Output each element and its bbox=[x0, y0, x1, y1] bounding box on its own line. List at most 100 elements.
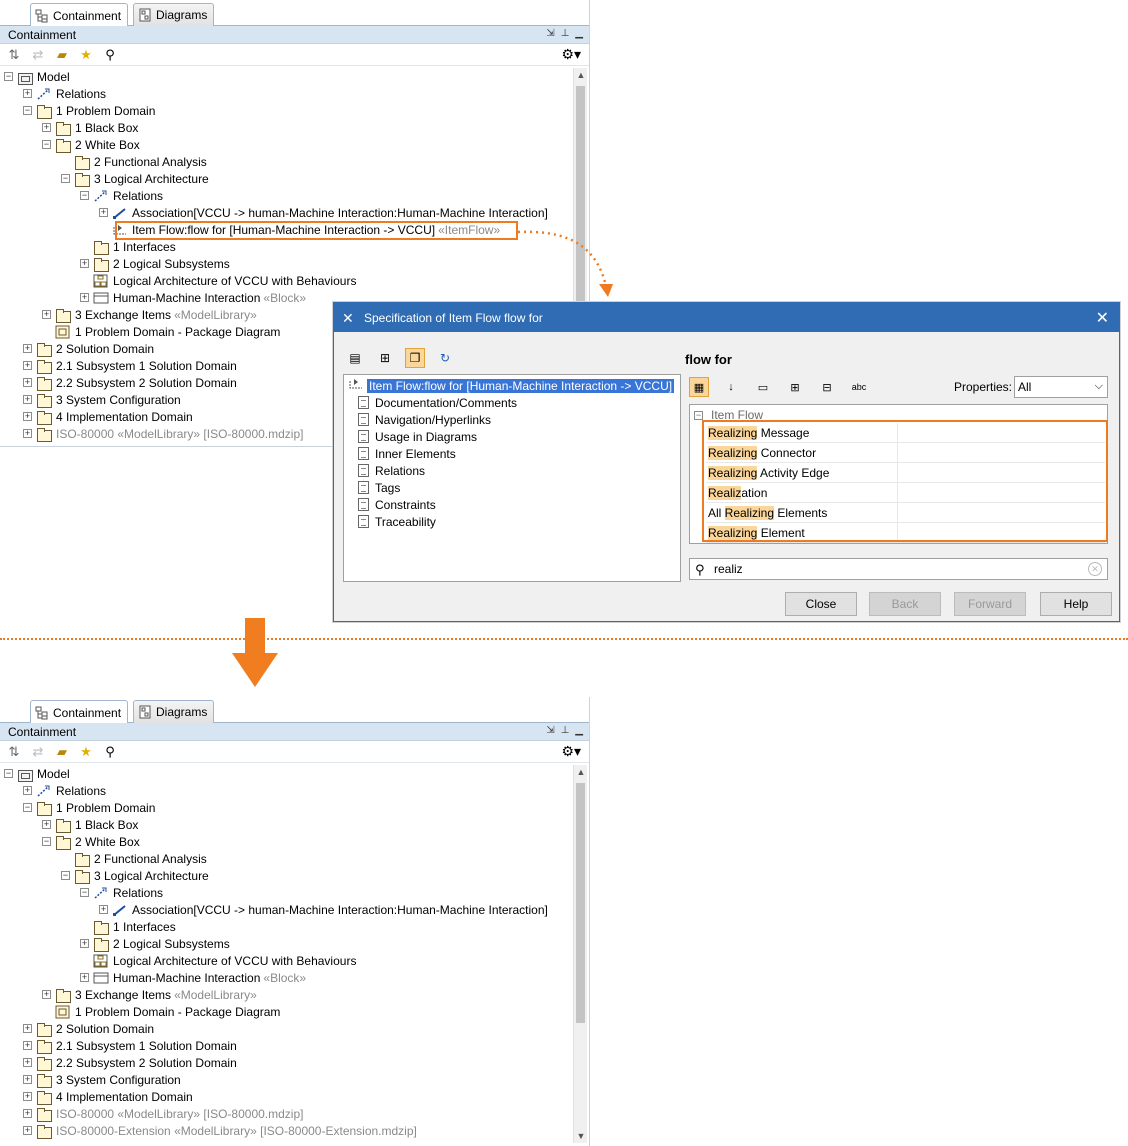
expand-icon[interactable]: + bbox=[80, 973, 89, 982]
collapse-icon[interactable]: − bbox=[80, 888, 89, 897]
expand-icon[interactable]: + bbox=[23, 1109, 32, 1118]
nav-item-constraints[interactable]: Constraints bbox=[358, 496, 436, 513]
tree-item-relations[interactable]: − Relations bbox=[80, 884, 163, 901]
tree-item-human-machine-interaction[interactable]: + Human-Machine Interaction «Block» bbox=[80, 289, 306, 306]
expand-icon[interactable]: + bbox=[23, 1058, 32, 1067]
tree-item-1-problem-domain[interactable]: − 1 Problem Domain bbox=[23, 799, 155, 816]
nav-item-inner-elements[interactable]: Inner Elements bbox=[358, 445, 456, 462]
collapse-icon[interactable]: ▭ bbox=[753, 377, 773, 397]
collapse-icon[interactable]: − bbox=[4, 769, 13, 778]
filter-icon[interactable]: ⇄ bbox=[30, 47, 46, 63]
nav-item-traceability[interactable]: Traceability bbox=[358, 513, 436, 530]
tree-item-3-system-configuration[interactable]: +3 System Configuration bbox=[23, 391, 181, 408]
collapse-icon[interactable]: − bbox=[23, 803, 32, 812]
tab-containment[interactable]: Containment bbox=[30, 3, 129, 27]
tree-item-relations[interactable]: + Relations bbox=[23, 782, 106, 799]
tree-item-1-problem-domain[interactable]: − 1 Problem Domain bbox=[23, 102, 155, 119]
collapse-icon[interactable]: − bbox=[23, 106, 32, 115]
tree-item-association-vccu-human-machine-interacti[interactable]: + Association[VCCU -> human-Machine Inter… bbox=[99, 204, 548, 221]
tree-item-2-functional-analysis[interactable]: 2 Functional Analysis bbox=[61, 153, 207, 170]
collapse-icon[interactable]: − bbox=[61, 871, 70, 880]
tree-item-3-exchange-items[interactable]: +3 Exchange Items «ModelLibrary» bbox=[42, 306, 257, 323]
close-icon[interactable]: ✕ bbox=[1096, 308, 1109, 328]
open-folder-icon[interactable]: ▰ bbox=[54, 744, 70, 760]
tree-item-2-solution-domain[interactable]: +2 Solution Domain bbox=[23, 1020, 154, 1037]
nav-item-item-flow-flow-for-human-machine-interac[interactable]: Item Flow:flow for [Human-Machine Intera… bbox=[348, 377, 675, 394]
minimize-icon[interactable]: ▁ bbox=[575, 725, 583, 736]
tree-item-3-logical-architecture[interactable]: − 3 Logical Architecture bbox=[61, 170, 209, 187]
nav-item-usage-in-diagrams[interactable]: Usage in Diagrams bbox=[358, 428, 477, 445]
nav-item-documentation-comments[interactable]: Documentation/Comments bbox=[358, 394, 517, 411]
tree-item-3-logical-architecture[interactable]: − 3 Logical Architecture bbox=[61, 867, 209, 884]
tree-view-icon[interactable]: ⊞ bbox=[375, 348, 395, 368]
expand-icon[interactable]: + bbox=[42, 310, 51, 319]
back-button[interactable]: Back bbox=[869, 592, 941, 616]
scroll-down-icon[interactable]: ▼ bbox=[574, 1131, 588, 1141]
categorized-icon[interactable]: ▦ bbox=[689, 377, 709, 397]
expand-icon[interactable]: + bbox=[99, 905, 108, 914]
tree-item-iso-80000-modellibrary-iso-80000-mdzip[interactable]: + ISO-80000 «ModelLibrary» [ISO-80000.mdz… bbox=[23, 1105, 303, 1122]
expand-icon[interactable]: + bbox=[99, 208, 108, 217]
scroll-thumb[interactable] bbox=[576, 783, 585, 1023]
nav-item-tags[interactable]: Tags bbox=[358, 479, 400, 496]
scroll-up-icon[interactable]: ▲ bbox=[574, 767, 588, 777]
star-icon[interactable]: ★ bbox=[78, 744, 94, 760]
collapse-icon[interactable]: − bbox=[61, 174, 70, 183]
expand-icon[interactable]: + bbox=[42, 123, 51, 132]
expand-icon[interactable]: + bbox=[80, 259, 89, 268]
expand-all-icon[interactable]: ⊞ bbox=[785, 377, 805, 397]
tree-item-relations[interactable]: − Relations bbox=[80, 187, 163, 204]
tree-item-association-vccu-human-machine-interacti[interactable]: + Association[VCCU -> human-Machine Inter… bbox=[99, 901, 548, 918]
collapse-icon[interactable]: − bbox=[80, 191, 89, 200]
search-icon[interactable]: ⚲ bbox=[102, 744, 118, 760]
expand-icon[interactable]: + bbox=[23, 786, 32, 795]
tree-item-model[interactable]: − Model bbox=[4, 68, 70, 85]
tree-item-logical-architecture-of-vccu-with-behavi[interactable]: Logical Architecture of VCCU with Behavi… bbox=[80, 952, 356, 969]
open-folder-icon[interactable]: ▰ bbox=[54, 47, 70, 63]
tree-item-iso-80000-extension-modellibrary-iso-800[interactable]: + ISO-80000-Extension «ModelLibrary» [ISO… bbox=[23, 1122, 417, 1139]
expand-icon[interactable]: + bbox=[23, 1126, 32, 1135]
expand-icon[interactable]: + bbox=[23, 1092, 32, 1101]
table-view-icon[interactable]: ▤ bbox=[345, 348, 365, 368]
tree-item-logical-architecture-of-vccu-with-behavi[interactable]: Logical Architecture of VCCU with Behavi… bbox=[80, 272, 356, 289]
spellcheck-icon[interactable]: abc bbox=[849, 377, 869, 397]
tree-item-human-machine-interaction[interactable]: + Human-Machine Interaction «Block» bbox=[80, 969, 306, 986]
expand-icon[interactable]: + bbox=[23, 378, 32, 387]
tree-item-1-interfaces[interactable]: 1 Interfaces bbox=[80, 238, 176, 255]
expand-icon[interactable]: + bbox=[23, 395, 32, 404]
nav-item-navigation-hyperlinks[interactable]: Navigation/Hyperlinks bbox=[358, 411, 491, 428]
expand-icon[interactable]: + bbox=[23, 1041, 32, 1050]
help-button[interactable]: Help bbox=[1040, 592, 1112, 616]
collapse-all-icon[interactable]: ⇅ bbox=[6, 47, 22, 63]
expand-icon[interactable]: + bbox=[42, 990, 51, 999]
gear-icon[interactable]: ⚙▾ bbox=[561, 743, 581, 760]
tab-diagrams[interactable]: Diagrams bbox=[133, 700, 215, 723]
expand-icon[interactable]: + bbox=[23, 429, 32, 438]
collapse-icon[interactable]: − bbox=[42, 837, 51, 846]
expand-icon[interactable]: + bbox=[23, 1075, 32, 1084]
expand-icon[interactable]: + bbox=[23, 361, 32, 370]
tree-item-2-2-subsystem-2-solution-domain[interactable]: +2.2 Subsystem 2 Solution Domain bbox=[23, 1054, 237, 1071]
collapse-icon[interactable]: − bbox=[4, 72, 13, 81]
collapse-icon[interactable]: − bbox=[42, 140, 51, 149]
tree-item-model[interactable]: − Model bbox=[4, 765, 70, 782]
properties-select[interactable]: All ⌵ bbox=[1014, 376, 1108, 398]
tree-item-2-2-subsystem-2-solution-domain[interactable]: +2.2 Subsystem 2 Solution Domain bbox=[23, 374, 237, 391]
tree-item-2-1-subsystem-1-solution-domain[interactable]: +2.1 Subsystem 1 Solution Domain bbox=[23, 357, 237, 374]
tree-item-2-logical-subsystems[interactable]: +2 Logical Subsystems bbox=[80, 935, 230, 952]
sort-az-icon[interactable]: ↓ bbox=[721, 377, 741, 397]
close-button[interactable]: Close bbox=[785, 592, 857, 616]
tree-item-2-white-box[interactable]: − 2 White Box bbox=[42, 833, 140, 850]
scroll-up-icon[interactable]: ▲ bbox=[574, 70, 588, 80]
expand-icon[interactable]: + bbox=[23, 1024, 32, 1033]
clear-icon[interactable]: ✕ bbox=[1088, 562, 1102, 576]
tab-containment[interactable]: Containment bbox=[30, 700, 129, 724]
tree-item-2-1-subsystem-1-solution-domain[interactable]: +2.1 Subsystem 1 Solution Domain bbox=[23, 1037, 237, 1054]
expand-icon[interactable]: + bbox=[80, 293, 89, 302]
tree-item-2-logical-subsystems[interactable]: +2 Logical Subsystems bbox=[80, 255, 230, 272]
forward-button[interactable]: Forward bbox=[954, 592, 1026, 616]
collapse-group-icon[interactable]: − bbox=[694, 410, 703, 420]
vertical-scrollbar[interactable]: ▲ ▼ bbox=[573, 765, 587, 1143]
tree-item-4-implementation-domain[interactable]: +4 Implementation Domain bbox=[23, 1088, 193, 1105]
tree-item-1-black-box[interactable]: +1 Black Box bbox=[42, 119, 138, 136]
